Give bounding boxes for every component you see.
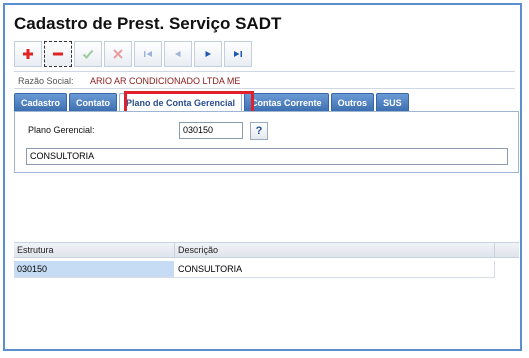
previous-record-icon	[175, 51, 181, 57]
last-record-icon	[234, 51, 242, 57]
check-icon	[82, 49, 94, 59]
confirm-button[interactable]	[74, 41, 102, 67]
tab-outros[interactable]: Outros	[330, 93, 375, 111]
plano-gerencial-input[interactable]: 030150	[179, 122, 243, 139]
razao-social-label: Razão Social:	[18, 76, 74, 86]
plus-icon	[23, 49, 33, 59]
tab-cadastro[interactable]: Cadastro	[14, 93, 68, 111]
tab-sus[interactable]: SUS	[376, 93, 409, 111]
remove-button[interactable]	[44, 41, 72, 67]
question-icon: ?	[255, 125, 263, 137]
help-button[interactable]: ?	[250, 122, 268, 140]
first-record-button[interactable]	[134, 41, 162, 67]
row-border	[494, 261, 495, 278]
divider	[14, 88, 515, 89]
column-header-estrutura[interactable]: Estrutura	[14, 243, 174, 257]
divider	[14, 71, 515, 72]
next-record-button[interactable]	[194, 41, 222, 67]
first-record-icon	[144, 51, 152, 57]
cancel-button[interactable]	[104, 41, 132, 67]
tab-contas-corrente[interactable]: Contas Corrente	[244, 93, 329, 111]
window-title: Cadastro de Prest. Serviço SADT	[14, 14, 282, 33]
cell-estrutura[interactable]: 030150	[14, 261, 174, 277]
column-header-descricao[interactable]: Descrição	[175, 243, 494, 257]
row-border	[14, 277, 494, 278]
next-record-icon	[205, 51, 211, 57]
tab-contato[interactable]: Contato	[69, 93, 118, 111]
plano-gerencial-label: Plano Gerencial:	[28, 125, 95, 135]
grid-header: Estrutura Descrição	[14, 242, 519, 258]
razao-social-value: ARIO AR CONDICIONADO LTDA ME	[90, 76, 241, 86]
table-row[interactable]: 030150 CONSULTORIA	[14, 261, 494, 277]
column-separator	[494, 243, 495, 257]
grid: Estrutura Descrição 030150 CONSULTORIA	[14, 242, 519, 349]
cell-descricao[interactable]: CONSULTORIA	[175, 261, 494, 277]
toolbar	[14, 41, 252, 67]
x-icon	[113, 49, 123, 59]
descricao-field[interactable]: CONSULTORIA	[26, 148, 508, 165]
last-record-button[interactable]	[224, 41, 252, 67]
previous-record-button[interactable]	[164, 41, 192, 67]
add-button[interactable]	[14, 41, 42, 67]
minus-icon	[53, 52, 63, 56]
